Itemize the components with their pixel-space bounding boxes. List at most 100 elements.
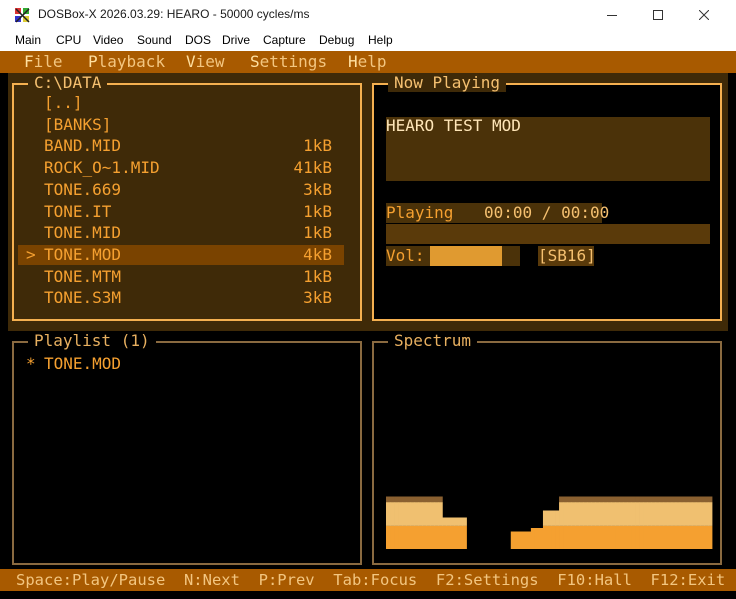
spectrum-bar [619,496,624,503]
menu-label: iew [195,52,225,71]
spectrum-bar [667,502,673,526]
spectrum-bar [603,502,608,526]
spectrum-bar [563,502,568,526]
window-titlebar[interactable]: DOSBox-X 2026.03.29: HEARO - 50000 cycle… [0,0,736,31]
file-row[interactable]: TONE.S3M 3kB [18,288,344,308]
lower-area: Playlist (1) * TONE.MOD Spectrum [0,331,736,569]
menu-hotkey: P [88,52,98,71]
app-menu-playback[interactable]: Playback [88,53,165,71]
minimize-button[interactable] [589,0,635,31]
spectrum-bar [394,496,399,503]
file-row[interactable]: > TONE.MOD 4kB [18,244,344,265]
app-menu-help[interactable]: Help [348,53,387,71]
dos-screen[interactable]: File Playback View Settings Help C:\DATA [..… [0,51,736,599]
file-size: 41kB [293,158,332,178]
file-name: ROCK_O~1.MID [44,158,160,178]
spectrum-bar [583,502,588,526]
playlist-title: Playlist (1) [28,332,156,350]
app-menu-settings[interactable]: Settings [250,53,327,71]
spectrum-bar [691,496,697,503]
file-row[interactable]: TONE.MID 1kB [18,223,344,243]
spectrum-bar [607,496,612,503]
file-row[interactable]: TONE.IT 1kB [18,202,344,222]
file-name: TONE.IT [44,201,112,221]
file-row[interactable]: [BANKS] [18,115,344,135]
spectrum-bar [619,525,624,549]
file-size: 4kB [303,244,332,264]
host-menu-dos[interactable]: DOS [185,33,211,47]
playback-status: Playing 00:00 / 00:00 [386,203,609,223]
app-menu-view[interactable]: View [186,53,225,71]
menu-label: ettings [259,52,328,71]
spectrum-bar [390,502,395,526]
files-panel-title: C:\DATA [28,74,108,92]
spectrum-bar [623,525,628,549]
spectrum-bar [643,496,648,503]
host-menu-video[interactable]: Video [93,33,123,47]
spectrum-bar [458,517,463,526]
spectrum-bar [659,525,665,549]
spectrum-bar [462,517,467,526]
file-row[interactable]: ROCK_O~1.MID 41kB [18,158,344,178]
app-menu-file[interactable]: File [24,53,63,71]
file-name: TONE.S3M [44,288,122,308]
spectrum-bar [631,502,636,526]
host-menu-help[interactable]: Help [368,33,393,47]
spectrum-bar [434,525,439,549]
spectrum-bar [442,517,447,526]
spectrum-bar [430,525,435,549]
spectrum-bar [615,525,620,549]
playlist-panel[interactable]: Playlist (1) * TONE.MOD [12,332,362,565]
volume-slider[interactable] [430,246,520,266]
spectrum-bar [635,525,640,549]
spectrum-bar [695,525,701,549]
spectrum-bar [567,502,572,526]
spectrum-bar [538,528,544,549]
spectrum-bar [587,525,592,549]
spectrum-bar [390,496,395,503]
spectrum-bar [462,525,467,549]
spectrum-bar [651,496,657,503]
spectrum-bar [599,502,604,526]
file-row[interactable]: TONE.MTM 1kB [18,267,344,287]
spectrum-bar [571,525,576,549]
host-menu-debug[interactable]: Debug [319,33,354,47]
spectrum-bar [663,502,669,526]
spectrum-bar [414,496,419,503]
spectrum-bar [611,502,616,526]
playlist-item-name: TONE.MOD [44,354,122,373]
spectrum-panel: Spectrum [372,332,722,565]
volume-fill [430,246,502,266]
file-row[interactable]: TONE.669 3kB [18,180,344,200]
spectrum-bar [603,525,608,549]
spectrum-bar [559,496,564,503]
spectrum-bar [551,525,556,549]
spectrum-bar [551,510,556,526]
close-button[interactable] [681,0,727,31]
status-text: Playing [386,203,454,222]
spectrum-bar [418,525,423,549]
file-row[interactable]: [..] [18,93,344,113]
spectrum-bar [679,502,685,526]
host-menu-cpu[interactable]: CPU [56,33,81,47]
spectrum-bar [546,510,552,526]
menu-hotkey: H [348,52,358,71]
spectrum-bar [575,502,580,526]
progress-bar[interactable] [386,224,710,244]
spectrum-bar [687,502,693,526]
menu-hotkey: F [24,52,34,71]
host-menu-sound[interactable]: Sound [137,33,172,47]
spectrum-bar [643,525,648,549]
host-menu-main[interactable]: Main [15,33,41,47]
host-menu-drive[interactable]: Drive [222,33,250,47]
playlist-item[interactable]: * TONE.MOD [26,355,346,375]
maximize-button[interactable] [635,0,681,31]
spectrum-bar [571,502,576,526]
volume-label-box: Vol: [386,246,430,266]
host-menu-capture[interactable]: Capture [263,33,306,47]
spectrum-bar [615,496,620,503]
spectrum-bar [522,531,528,549]
file-row[interactable]: BAND.MID 1kB [18,136,344,156]
spectrum-bar [454,525,459,549]
spectrum-bar [679,525,685,549]
